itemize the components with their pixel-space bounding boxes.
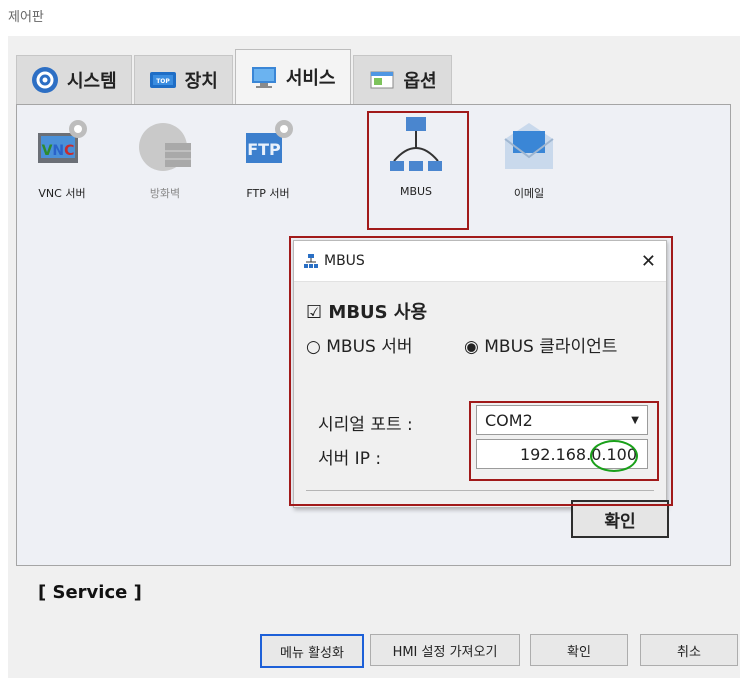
serial-port-label: 시리얼 포트 : [318, 415, 413, 435]
service-vnc[interactable]: VNC VNC 서버 [19, 115, 105, 201]
firewall-globe-icon [139, 123, 191, 171]
service-vnc-label: VNC 서버 [38, 187, 86, 200]
radio-selected-icon: ◉ [464, 337, 479, 357]
vnc-icon: VNC [38, 120, 87, 163]
tab-service[interactable]: 서비스 [234, 49, 351, 104]
server-ip-label: 서버 IP : [318, 449, 382, 469]
cancel-button[interactable]: 취소 [640, 634, 738, 666]
mode-client-label: MBUS 클라이언트 [484, 337, 618, 357]
mode-server-radio[interactable]: ○ MBUS 서버 [306, 332, 413, 357]
svg-text:VNC: VNC [42, 143, 75, 159]
dialog-titlebar: MBUS ✕ [294, 241, 666, 282]
tab-service-label: 서비스 [285, 68, 336, 89]
tab-options-label: 옵션 [403, 71, 437, 92]
options-window-icon [370, 71, 393, 89]
tab-system[interactable]: 시스템 [16, 55, 132, 104]
ip-last-octet-highlight [590, 440, 638, 472]
port-ip-highlight [469, 401, 659, 481]
service-monitor-icon [251, 67, 276, 88]
service-firewall-label: 방화벽 [149, 187, 181, 200]
device-panel-icon: TOP [149, 72, 176, 88]
dialog-ok-button[interactable]: 확인 [571, 500, 669, 538]
mode-client-radio[interactable]: ◉ MBUS 클라이언트 [464, 332, 617, 357]
tab-device[interactable]: TOP 장치 [133, 55, 233, 104]
tab-options[interactable]: 옵션 [352, 55, 452, 104]
checkbox-checked-icon: ☑ [306, 302, 323, 323]
ok-button[interactable]: 확인 [530, 634, 628, 666]
tab-system-label: 시스템 [67, 71, 117, 92]
ftp-icon: FTP [246, 120, 293, 163]
radio-unselected-icon: ○ [306, 337, 321, 357]
mbus-dialog: MBUS ✕ ☑ MBUS 사용 ○ MBUS 서버 ◉ MBUS 클라이언트 … [293, 240, 669, 538]
dialog-title: MBUS [324, 253, 365, 269]
service-email[interactable]: 이메일 [486, 115, 572, 201]
gear-icon [32, 67, 58, 93]
tab-device-label: 장치 [184, 71, 218, 92]
close-icon[interactable]: ✕ [641, 251, 656, 272]
service-ftp-label: FTP 서버 [246, 187, 290, 200]
svg-text:FTP: FTP [247, 140, 281, 159]
service-firewall[interactable]: 방화벽 [122, 115, 208, 201]
network-icon [304, 254, 318, 268]
service-ftp[interactable]: FTP FTP 서버 [225, 115, 311, 201]
dialog-separator [306, 490, 654, 491]
mbus-highlight [367, 111, 469, 230]
mbus-enable-checkbox[interactable]: ☑ MBUS 사용 [306, 298, 427, 324]
service-email-label: 이메일 [513, 187, 545, 200]
svg-text:TOP: TOP [156, 78, 170, 85]
email-envelope-icon [504, 123, 554, 169]
tab-bar: 시스템 TOP 장치 서비스 옵션 [16, 48, 454, 104]
window-title: 제어판 [8, 10, 44, 25]
mode-server-label: MBUS 서버 [326, 337, 413, 357]
mbus-enable-label: MBUS 사용 [328, 302, 428, 323]
activate-menu-button[interactable]: 메뉴 활성화 [260, 634, 364, 668]
import-hmi-settings-button[interactable]: HMI 설정 가져오기 [370, 634, 520, 666]
status-text: [ Service ] [38, 582, 142, 603]
